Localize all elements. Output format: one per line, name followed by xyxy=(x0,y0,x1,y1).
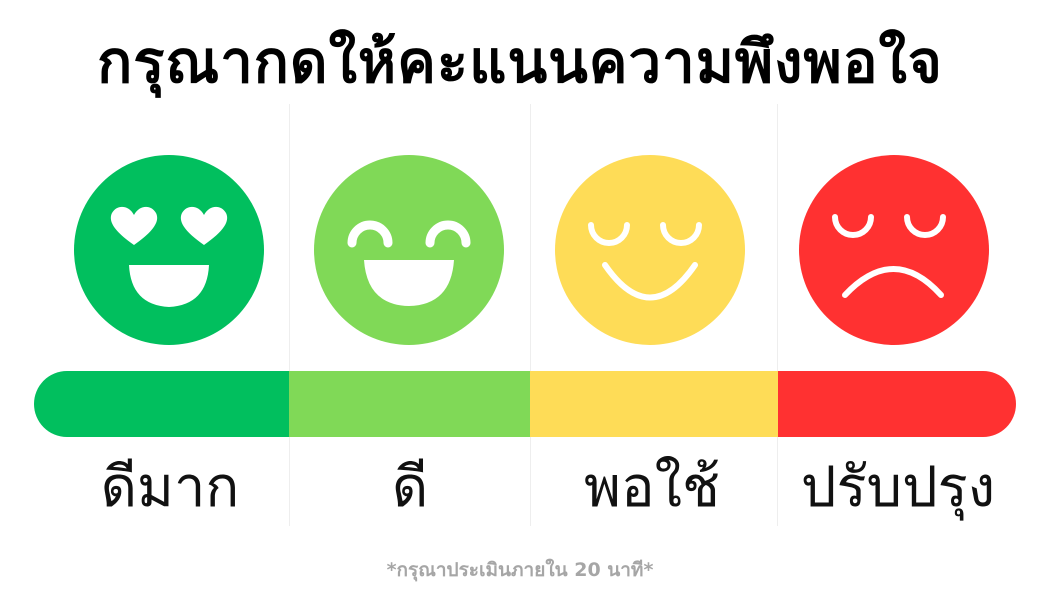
rating-segment-fair[interactable] xyxy=(530,371,778,437)
page-title: กรุณากดให้คะแนนความพึงพอใจ xyxy=(97,28,943,96)
rating-segment-needs-improvement[interactable] xyxy=(778,371,1016,437)
face-circle xyxy=(74,155,264,345)
face-circle xyxy=(314,155,504,345)
rating-label-needs-improvement[interactable]: ปรับปรุง xyxy=(778,448,1018,528)
column-divider xyxy=(289,104,290,526)
rating-scale-bar xyxy=(34,371,1016,437)
rating-label-very-good[interactable]: ดีมาก xyxy=(60,448,280,528)
content-face-icon[interactable] xyxy=(555,155,745,345)
face-circle xyxy=(555,155,745,345)
rating-segment-very-good[interactable] xyxy=(34,371,289,437)
column-divider xyxy=(530,104,531,526)
time-limit-note: *กรุณาประเมินภายใน 20 นาที* xyxy=(386,559,654,581)
rating-label-good[interactable]: ดี xyxy=(300,448,520,528)
grin-face-icon[interactable] xyxy=(314,155,504,345)
rating-label-fair[interactable]: พอใช้ xyxy=(542,448,762,528)
sad-face-icon[interactable] xyxy=(799,155,989,345)
rating-segment-good[interactable] xyxy=(289,371,530,437)
heart-eyes-face-icon[interactable] xyxy=(74,155,264,345)
face-circle xyxy=(799,155,989,345)
